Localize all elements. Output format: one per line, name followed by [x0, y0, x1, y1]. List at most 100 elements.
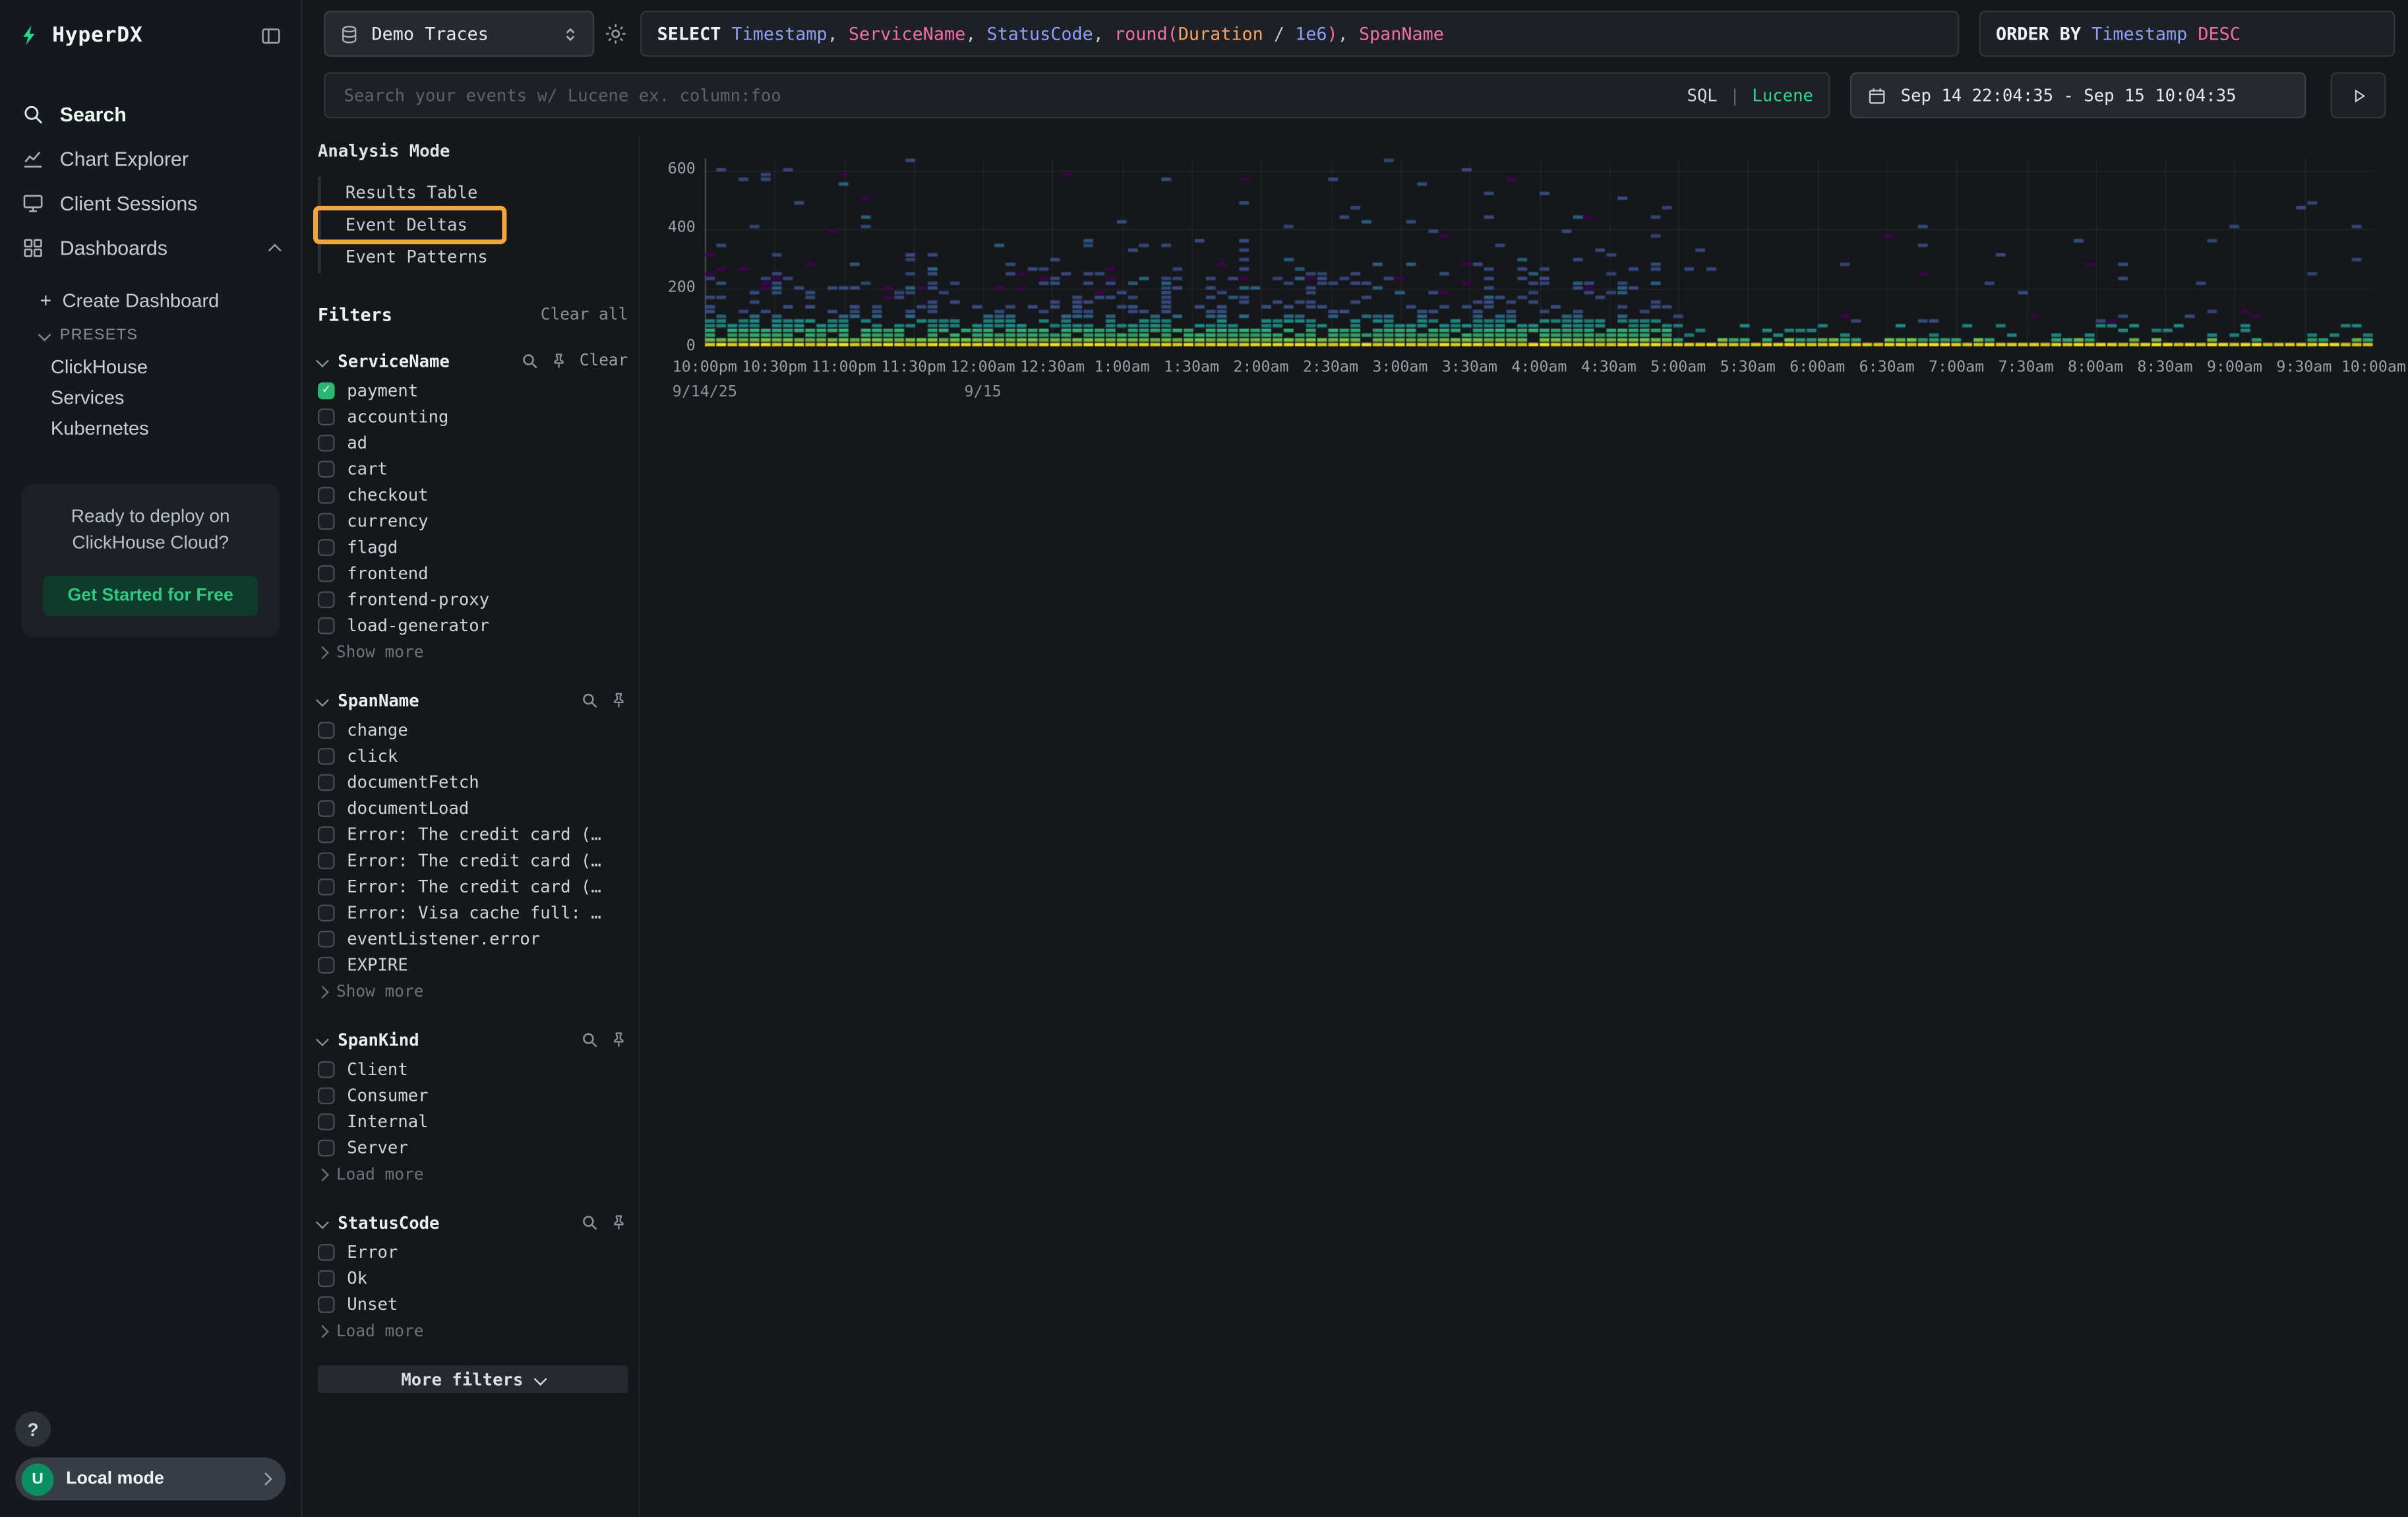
analysis-mode-option[interactable]: Results Table	[321, 177, 628, 209]
filter-item[interactable]: Error: The credit card (…	[318, 848, 628, 874]
analysis-mode-option[interactable]: Event Patterns	[321, 241, 628, 274]
checkbox[interactable]	[318, 1296, 335, 1313]
show-more-button[interactable]: Load more	[318, 1161, 628, 1187]
clear-filter-button[interactable]: Clear	[580, 352, 628, 370]
create-dashboard-button[interactable]: + Create Dashboard	[0, 282, 301, 318]
filter-item[interactable]: change	[318, 717, 628, 743]
user-menu[interactable]: U Local mode	[15, 1458, 286, 1501]
filter-item[interactable]: Unset	[318, 1291, 628, 1318]
filter-item[interactable]: load-generator	[318, 613, 628, 639]
chevron-down-icon[interactable]	[316, 694, 329, 707]
filter-item[interactable]: frontend	[318, 561, 628, 587]
search-icon[interactable]	[521, 352, 539, 370]
date-range-picker[interactable]: Sep 14 22:04:35 - Sep 15 10:04:35	[1850, 72, 2306, 118]
checkbox[interactable]	[318, 408, 335, 425]
sidebar-item-chart-explorer[interactable]: Chart Explorer	[0, 137, 301, 181]
filter-item[interactable]: flagd	[318, 534, 628, 561]
show-more-button[interactable]: Load more	[318, 1318, 628, 1344]
filter-item[interactable]: currency	[318, 509, 628, 535]
checkbox[interactable]	[318, 800, 335, 817]
sql-query-text: SELECT Timestamp, ServiceName, StatusCod…	[657, 23, 1444, 45]
sidebar-preset-kubernetes[interactable]: Kubernetes	[0, 413, 301, 444]
pin-icon[interactable]	[609, 691, 628, 710]
chevron-down-icon[interactable]	[316, 1034, 329, 1047]
filter-item[interactable]: Server	[318, 1135, 628, 1161]
checkbox[interactable]	[318, 1113, 335, 1130]
checkbox[interactable]	[318, 591, 335, 608]
heatmap-canvas[interactable]	[705, 158, 2374, 347]
filter-item[interactable]: Ok	[318, 1266, 628, 1292]
checkbox[interactable]	[318, 1244, 335, 1261]
sidebar-item-dashboards[interactable]: Dashboards	[0, 226, 301, 270]
filter-item[interactable]: documentFetch	[318, 770, 628, 796]
filter-item[interactable]: checkout	[318, 482, 628, 509]
checkbox[interactable]	[318, 826, 335, 844]
gear-icon[interactable]	[603, 22, 628, 46]
filter-item[interactable]: Error: Visa cache full: …	[318, 900, 628, 927]
checkbox[interactable]	[318, 487, 335, 504]
filter-item[interactable]: payment	[318, 378, 628, 404]
sidebar-preset-clickhouse[interactable]: ClickHouse	[0, 352, 301, 383]
filter-item[interactable]: Internal	[318, 1109, 628, 1135]
checkbox[interactable]	[318, 748, 335, 765]
filter-item[interactable]: EXPIRE	[318, 952, 628, 979]
checkbox[interactable]	[318, 1088, 335, 1105]
checkbox[interactable]	[318, 957, 335, 974]
show-more-button[interactable]: Show more	[318, 978, 628, 1005]
get-started-button[interactable]: Get Started for Free	[43, 576, 258, 616]
order-by-editor[interactable]: ORDER BY Timestamp DESC	[1979, 11, 2395, 57]
presets-toggle[interactable]: PRESETS	[0, 318, 301, 352]
pin-icon[interactable]	[609, 1030, 628, 1049]
checkbox[interactable]	[318, 435, 335, 452]
checkbox[interactable]	[318, 931, 335, 948]
checkbox[interactable]	[318, 1270, 335, 1287]
sidebar-item-search[interactable]: Search	[0, 92, 301, 137]
sql-query-editor[interactable]: SELECT Timestamp, ServiceName, StatusCod…	[640, 11, 1959, 57]
filter-item[interactable]: cart	[318, 456, 628, 483]
search-icon[interactable]	[580, 691, 599, 710]
filter-item[interactable]: documentLoad	[318, 795, 628, 822]
checkbox[interactable]	[318, 1140, 335, 1157]
filter-item[interactable]: ad	[318, 430, 628, 456]
language-toggle-sql[interactable]: SQL	[1687, 85, 1717, 105]
filter-item[interactable]: Error	[318, 1239, 628, 1266]
help-button[interactable]: ?	[15, 1411, 51, 1447]
checkbox[interactable]	[318, 383, 335, 400]
filter-item[interactable]: Error: The credit card (…	[318, 874, 628, 900]
analysis-mode-option[interactable]: Event Deltas	[321, 209, 628, 241]
filter-item[interactable]: frontend-proxy	[318, 586, 628, 613]
checkbox[interactable]	[318, 904, 335, 921]
show-more-button[interactable]: Show more	[318, 639, 628, 666]
filter-item[interactable]: Client	[318, 1057, 628, 1083]
search-icon[interactable]	[580, 1214, 599, 1232]
filter-item[interactable]: Error: The credit card (…	[318, 822, 628, 848]
filter-item[interactable]: click	[318, 743, 628, 770]
checkbox[interactable]	[318, 722, 335, 739]
checkbox[interactable]	[318, 774, 335, 791]
source-select[interactable]: Demo Traces	[324, 11, 594, 57]
checkbox[interactable]	[318, 513, 335, 530]
filter-item[interactable]: eventListener.error	[318, 926, 628, 952]
clear-all-button[interactable]: Clear all	[541, 305, 628, 324]
sidebar-preset-services[interactable]: Services	[0, 383, 301, 414]
sidebar-item-client-sessions[interactable]: Client Sessions	[0, 181, 301, 226]
checkbox[interactable]	[318, 852, 335, 869]
sidebar-collapse-icon[interactable]	[260, 24, 283, 47]
checkbox[interactable]	[318, 1061, 335, 1078]
checkbox[interactable]	[318, 461, 335, 478]
chevron-down-icon[interactable]	[316, 354, 329, 367]
filter-item[interactable]: accounting	[318, 404, 628, 430]
run-query-button[interactable]	[2331, 72, 2386, 118]
language-toggle-lucene[interactable]: Lucene	[1752, 85, 1813, 105]
search-icon[interactable]	[580, 1030, 599, 1049]
chevron-down-icon[interactable]	[316, 1216, 329, 1229]
checkbox[interactable]	[318, 539, 335, 556]
checkbox[interactable]	[318, 879, 335, 896]
pin-icon[interactable]	[551, 352, 569, 370]
search-input[interactable]	[341, 84, 1675, 107]
checkbox[interactable]	[318, 617, 335, 635]
checkbox[interactable]	[318, 565, 335, 582]
pin-icon[interactable]	[609, 1214, 628, 1232]
filter-item[interactable]: Consumer	[318, 1083, 628, 1109]
more-filters-button[interactable]: More filters	[318, 1365, 628, 1393]
